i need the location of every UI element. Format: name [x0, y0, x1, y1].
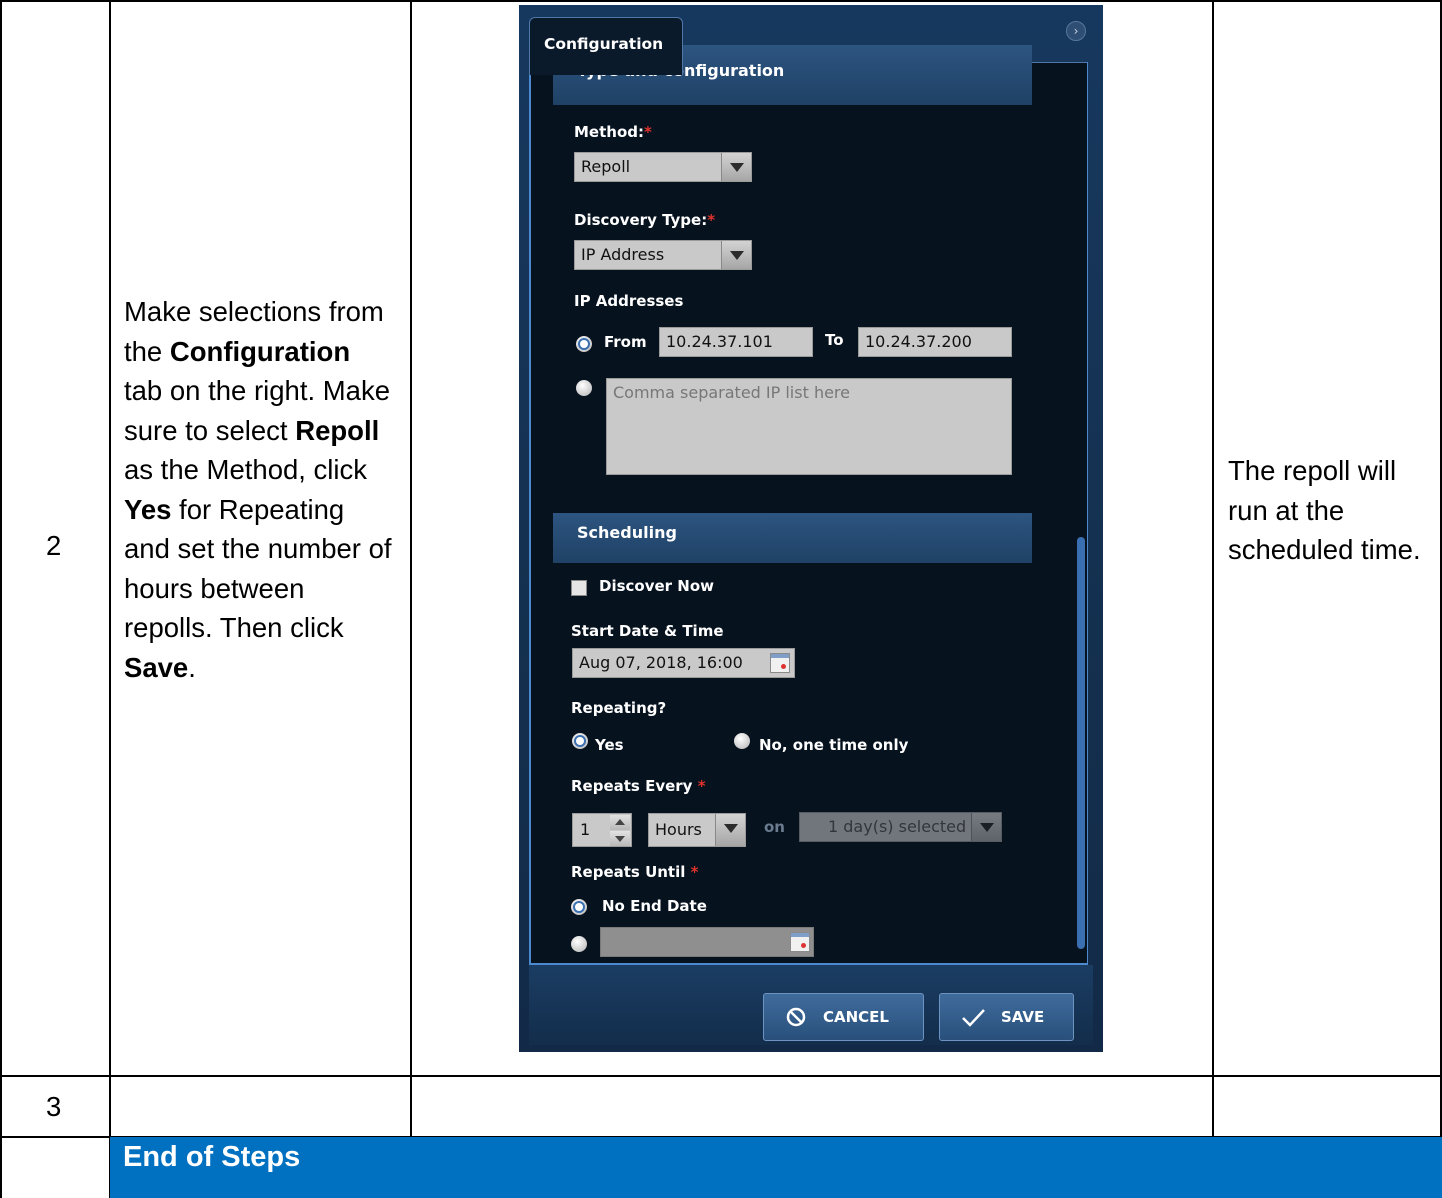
calendar-icon[interactable] — [790, 932, 810, 952]
ip-list-radio[interactable] — [576, 380, 592, 396]
cancel-button-label: CANCEL — [823, 1008, 889, 1026]
save-button[interactable]: SAVE — [939, 993, 1074, 1041]
start-date-label: Start Date & Time — [571, 622, 724, 640]
ip-addresses-label: IP Addresses — [574, 292, 684, 310]
instructions-bold-repoll: Repoll — [295, 414, 380, 446]
repeats-until-label: Repeats Until * — [571, 863, 699, 881]
repeating-yes-radio[interactable] — [572, 733, 588, 749]
required-marker: * — [697, 777, 706, 795]
method-select-value: Repoll — [581, 157, 631, 176]
ip-list-textarea[interactable]: Comma separated IP list here — [606, 378, 1012, 475]
discovery-type-label: Discovery Type:* — [574, 211, 716, 229]
scrollbar-thumb[interactable] — [1077, 537, 1085, 949]
collapse-panel-icon[interactable]: › — [1066, 21, 1086, 41]
days-select[interactable]: 1 day(s) selected — [799, 812, 1002, 842]
table-border-top — [0, 0, 1442, 2]
on-label: on — [764, 818, 785, 836]
table-col-divider-2 — [410, 0, 412, 1137]
table-col-divider-3 — [1212, 0, 1214, 1137]
no-end-date-label: No End Date — [602, 897, 707, 915]
end-date-radio[interactable] — [571, 936, 587, 952]
method-select[interactable]: Repoll — [574, 152, 752, 182]
table-row-divider-1 — [0, 1075, 1442, 1077]
calendar-icon[interactable] — [770, 653, 790, 673]
required-marker: * — [707, 211, 716, 229]
step-number-3: 3 — [46, 1091, 62, 1122]
instructions-text-3: as the Method, click — [124, 454, 368, 485]
table-border-left-bottom — [0, 1137, 2, 1198]
chevron-down-icon[interactable] — [721, 153, 751, 181]
tab-configuration-label: Configuration — [544, 35, 664, 53]
configuration-form: Type and configuration Method:* Repoll D… — [529, 45, 1088, 965]
ip-from-input[interactable]: 10.24.37.101 — [659, 327, 813, 357]
repeating-label: Repeating? — [571, 699, 667, 717]
to-label: To — [825, 331, 844, 349]
from-label: From — [604, 333, 647, 351]
chevron-down-icon[interactable] — [721, 241, 751, 269]
repeats-every-label: Repeats Every * — [571, 777, 706, 795]
table-col-divider-1 — [109, 0, 111, 1198]
repeating-no-radio[interactable] — [734, 733, 750, 749]
step-number: 2 — [46, 530, 62, 561]
end-of-steps-bar: End of Steps — [110, 1137, 1442, 1198]
instructions-bold-save: Save — [124, 651, 189, 683]
discover-now-label: Discover Now — [599, 577, 715, 595]
checkmark-icon — [962, 1009, 985, 1027]
configuration-panel-screenshot: Configuration › Type and configuration M… — [519, 5, 1103, 1052]
table-border-left — [0, 0, 2, 1137]
no-entry-icon — [786, 1007, 806, 1027]
scrollbar[interactable] — [1075, 63, 1087, 963]
step-result: The repoll will run at the scheduled tim… — [1228, 455, 1421, 565]
scheduling-title: Scheduling — [577, 523, 677, 542]
cancel-button[interactable]: CANCEL — [763, 993, 924, 1041]
repeat-count-value: 1 — [580, 820, 591, 839]
required-marker: * — [690, 863, 699, 881]
instructions-bold-configuration: Configuration — [169, 335, 351, 367]
stepper-up-icon[interactable] — [610, 815, 630, 830]
discovery-type-select[interactable]: IP Address — [574, 240, 752, 270]
ip-to-input[interactable]: 10.24.37.200 — [858, 327, 1012, 357]
repeating-yes-label: Yes — [595, 736, 624, 754]
days-select-value: 1 day(s) selected — [828, 817, 967, 836]
instructions-text-5: . — [188, 651, 196, 683]
end-date-input[interactable] — [600, 927, 814, 957]
start-date-input[interactable]: Aug 07, 2018, 16:00 — [572, 648, 795, 678]
dialog-footer: CANCEL SAVE — [529, 965, 1093, 1045]
repeating-no-label: No, one time only — [759, 736, 909, 754]
chevron-down-icon[interactable] — [971, 813, 1001, 841]
step-instructions: Make selections from the Configuration t… — [124, 292, 394, 687]
section-scheduling: Scheduling — [553, 513, 1032, 563]
repeat-count-stepper[interactable]: 1 — [572, 813, 632, 847]
start-date-value: Aug 07, 2018, 16:00 — [579, 653, 743, 672]
ip-range-radio[interactable] — [576, 336, 592, 352]
save-button-label: SAVE — [1001, 1008, 1045, 1026]
tab-configuration[interactable]: Configuration — [529, 17, 683, 75]
repeat-unit-select[interactable]: Hours — [648, 813, 746, 847]
required-marker: * — [644, 123, 652, 141]
no-end-date-radio[interactable] — [571, 899, 587, 915]
instructions-bold-yes: Yes — [124, 493, 172, 525]
end-of-steps-label: End of Steps — [123, 1141, 301, 1173]
stepper-down-icon[interactable] — [610, 831, 630, 846]
discovery-type-value: IP Address — [581, 245, 665, 264]
discover-now-checkbox[interactable] — [571, 580, 587, 596]
repeat-unit-value: Hours — [655, 820, 702, 839]
method-label: Method:* — [574, 123, 652, 141]
chevron-down-icon[interactable] — [715, 814, 745, 846]
